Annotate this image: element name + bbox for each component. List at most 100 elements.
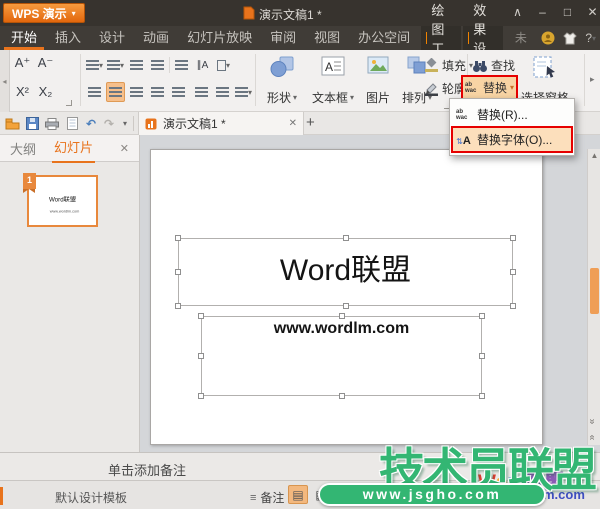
tab-insert[interactable]: 插入 bbox=[46, 26, 90, 50]
login-button[interactable]: 未登录 bbox=[509, 26, 537, 93]
resize-handle[interactable] bbox=[479, 353, 485, 359]
menu-item-replace-fonts[interactable]: ⇅A 替换字体(O)... bbox=[451, 126, 573, 153]
tab-effect-settings[interactable]: 效果设置 bbox=[463, 3, 503, 75]
fill-button[interactable]: 填充 ▾ bbox=[424, 55, 473, 76]
separator bbox=[133, 116, 134, 131]
tab-outline[interactable]: 大纲 bbox=[10, 139, 36, 158]
line-spacing-button[interactable] bbox=[192, 82, 211, 102]
find-button[interactable]: 查找 bbox=[472, 55, 515, 76]
bullets-button[interactable]: ▾ bbox=[85, 55, 104, 75]
skin-icon[interactable] bbox=[559, 26, 581, 50]
superscript-button[interactable]: X² bbox=[13, 81, 32, 101]
new-tab-button[interactable]: + bbox=[306, 114, 315, 131]
slide-title-text: Word联盟 bbox=[279, 254, 412, 287]
paragraph-mark-button[interactable] bbox=[172, 55, 191, 75]
shapes-button[interactable]: 形状 ▾ bbox=[259, 52, 305, 109]
qat-customize-button[interactable]: ▾ bbox=[120, 115, 130, 132]
picture-label: 图片 bbox=[365, 91, 390, 105]
maximize-button[interactable]: □ bbox=[556, 0, 579, 24]
find-label: 查找 bbox=[491, 59, 516, 73]
notes-toggle-button[interactable]: ≡ 备注 bbox=[250, 489, 284, 506]
panel-collapse-strip[interactable]: ◂ bbox=[0, 50, 10, 112]
ribbon-more-button[interactable]: ▸ bbox=[590, 74, 595, 85]
subtitle-textbox[interactable]: www.wordlm.com bbox=[198, 313, 485, 399]
resize-handle[interactable] bbox=[175, 303, 181, 309]
double-chevron-down-icon: « bbox=[586, 434, 598, 441]
tab-drawing-tools[interactable]: 绘图工具 bbox=[421, 3, 462, 75]
tab-view[interactable]: 视图 bbox=[305, 26, 349, 50]
minimize-button[interactable]: – bbox=[531, 0, 554, 24]
text-direction-button[interactable]: ∥A bbox=[193, 55, 212, 75]
numbering-button[interactable]: ▾ bbox=[106, 55, 125, 75]
resize-handle[interactable] bbox=[479, 393, 485, 399]
resize-handle[interactable] bbox=[510, 235, 516, 241]
account-avatar-icon[interactable] bbox=[537, 26, 559, 50]
resize-handle[interactable] bbox=[198, 393, 204, 399]
tab-review[interactable]: 审阅 bbox=[261, 26, 305, 50]
title-textbox[interactable]: Word联盟 bbox=[175, 235, 516, 309]
resize-handle[interactable] bbox=[198, 313, 204, 319]
normal-view-button[interactable]: ▤ bbox=[288, 485, 308, 504]
resize-handle[interactable] bbox=[198, 353, 204, 359]
slide-canvas[interactable]: Word联盟 www.wordlm.com bbox=[150, 149, 543, 445]
print-preview-button[interactable] bbox=[63, 115, 81, 132]
vertical-scrollbar[interactable]: ▲ « « bbox=[586, 149, 600, 445]
tab-slideshow[interactable]: 幻灯片放映 bbox=[178, 26, 261, 50]
text-orientation-button[interactable]: ▾ bbox=[214, 55, 233, 75]
increase-indent-button[interactable] bbox=[148, 55, 167, 75]
save-button[interactable] bbox=[23, 115, 41, 132]
distribute-text-button[interactable] bbox=[169, 82, 188, 102]
slide-sorter-view-button[interactable]: ▦ bbox=[311, 485, 331, 504]
wps-app-menu-button[interactable]: WPS 演示 ▾ bbox=[3, 3, 85, 23]
tab-slides[interactable]: 幻灯片 bbox=[52, 133, 96, 163]
notes-pane[interactable]: 单击添加备注 bbox=[0, 452, 600, 480]
undo-button[interactable]: ↶ bbox=[82, 115, 100, 132]
subscript-button[interactable]: X₂ bbox=[36, 81, 55, 101]
next-slide-button[interactable]: « bbox=[586, 429, 598, 443]
open-button[interactable] bbox=[3, 115, 21, 132]
slide-thumbnail-1[interactable]: 1 Word联盟 www.wordlm.com bbox=[23, 173, 98, 227]
shrink-font-button[interactable]: A⁻ bbox=[36, 53, 55, 73]
tab-design[interactable]: 设计 bbox=[90, 26, 134, 50]
svg-text:A: A bbox=[325, 60, 333, 74]
decrease-indent-button[interactable] bbox=[127, 55, 146, 75]
font-dialog-launcher[interactable] bbox=[66, 100, 72, 106]
close-tab-button[interactable]: ✕ bbox=[289, 118, 297, 129]
align-right-button[interactable] bbox=[127, 82, 146, 102]
resize-handle[interactable] bbox=[175, 235, 181, 241]
scroll-up-icon[interactable]: ▲ bbox=[588, 151, 600, 160]
align-left-button[interactable] bbox=[85, 82, 104, 102]
menu-item-replace[interactable]: ab wac 替换(R)... bbox=[452, 102, 572, 127]
resize-handle[interactable] bbox=[175, 269, 181, 275]
space-after-button[interactable]: ▾ bbox=[234, 82, 253, 102]
print-button[interactable] bbox=[43, 115, 61, 132]
resize-handle[interactable] bbox=[338, 313, 345, 319]
previous-slide-button[interactable]: « bbox=[586, 413, 597, 427]
resize-handle[interactable] bbox=[338, 393, 345, 399]
scrollbar-thumb[interactable] bbox=[590, 268, 599, 314]
resize-handle[interactable] bbox=[342, 303, 349, 309]
document-tab[interactable]: 演示文稿1 * ✕ bbox=[138, 112, 304, 135]
replace-button[interactable]: ab wac 替换 ▾ bbox=[460, 75, 519, 100]
close-button[interactable]: ✕ bbox=[581, 0, 600, 24]
tab-animation[interactable]: 动画 bbox=[134, 26, 178, 50]
tab-workspace[interactable]: 办公空间 bbox=[349, 26, 419, 50]
help-button[interactable]: ? ▾ bbox=[581, 26, 600, 50]
align-center-button[interactable] bbox=[106, 82, 125, 102]
space-before-button[interactable] bbox=[213, 82, 232, 102]
grow-font-button[interactable]: A⁺ bbox=[13, 53, 32, 73]
status-bar: 默认设计模板 ≡ 备注 ▤ ▦ bbox=[0, 480, 600, 509]
resize-handle[interactable] bbox=[510, 303, 516, 309]
picture-button[interactable]: 图片 bbox=[360, 52, 396, 109]
replace-icon: ab wac bbox=[465, 82, 480, 94]
textbox-button[interactable]: A 文本框 ▾ bbox=[307, 52, 359, 109]
redo-button[interactable]: ↷ bbox=[100, 115, 118, 132]
resize-handle[interactable] bbox=[479, 313, 485, 319]
ribbon-collapse-button[interactable]: ∧ bbox=[506, 0, 529, 24]
justify-button[interactable] bbox=[148, 82, 167, 102]
save-icon bbox=[25, 117, 39, 130]
resize-handle[interactable] bbox=[342, 235, 349, 241]
close-panel-button[interactable]: ✕ bbox=[120, 142, 129, 155]
tab-home[interactable]: 开始 bbox=[2, 26, 46, 50]
resize-handle[interactable] bbox=[510, 269, 516, 275]
